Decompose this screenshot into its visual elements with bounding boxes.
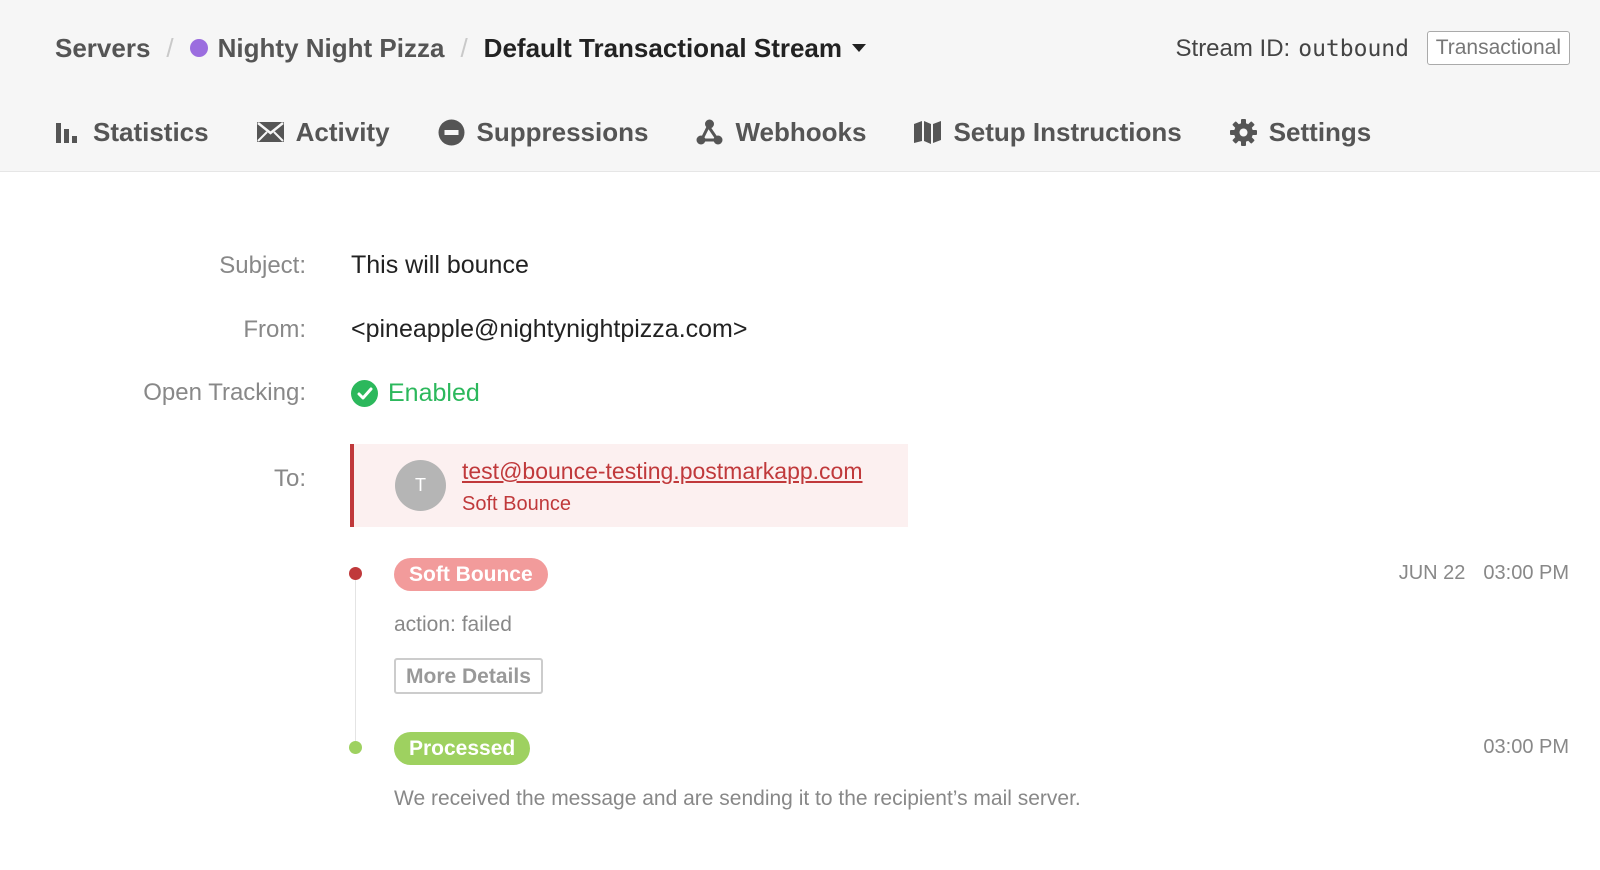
- breadcrumb: Servers / Nighty Night Pizza / Default T…: [55, 28, 867, 68]
- event-badge-soft-bounce: Soft Bounce: [394, 558, 548, 591]
- tab-label: Webhooks: [735, 116, 867, 147]
- timeline-dot: [349, 567, 362, 580]
- tab-label: Statistics: [93, 116, 209, 147]
- tab-label: Setup Instructions: [953, 116, 1182, 147]
- timeline-dot: [349, 741, 362, 754]
- stream-type-badge: Transactional: [1426, 31, 1570, 65]
- event-time: 03:00 PM: [1483, 736, 1569, 758]
- event-date: JUN 22: [1398, 562, 1466, 584]
- from-label: From:: [243, 316, 306, 343]
- minus-circle-icon: [438, 119, 465, 146]
- event-badge-processed: Processed: [394, 732, 531, 765]
- bar-chart-icon: [55, 119, 81, 145]
- stream-id-value: outbound: [1298, 36, 1409, 62]
- tab-label: Settings: [1268, 116, 1372, 147]
- stream-id-label: Stream ID:: [1175, 35, 1291, 62]
- event-timestamp: 03:00 PM: [1465, 736, 1569, 759]
- stream-name: Default Transactional Stream: [483, 32, 843, 63]
- server-color-dot: [189, 39, 208, 57]
- breadcrumb-separator: /: [166, 32, 174, 63]
- event-time: 03:00 PM: [1483, 562, 1569, 584]
- event-detail: We received the message and are sending …: [394, 787, 1081, 810]
- tab-label: Suppressions: [476, 116, 649, 147]
- tab-label: Activity: [295, 116, 390, 147]
- subject-label: Subject:: [219, 252, 306, 279]
- event-detail: action: failed: [394, 613, 512, 636]
- recipient-status: Soft Bounce: [462, 493, 571, 515]
- stream-selector-dropdown[interactable]: Default Transactional Stream: [483, 32, 867, 64]
- from-value: <pineapple@nightynightpizza.com>: [351, 315, 748, 343]
- server-name: Nighty Night Pizza: [217, 32, 445, 63]
- chevron-down-icon: [852, 44, 867, 52]
- tab-settings[interactable]: Settings: [1229, 116, 1372, 148]
- gear-icon: [1229, 118, 1257, 146]
- timeline-line: [355, 573, 356, 748]
- open-tracking-status: Enabled: [351, 379, 480, 408]
- avatar: T: [395, 460, 446, 511]
- stream-id: Stream ID: outbound: [1176, 31, 1409, 67]
- map-icon: [914, 120, 942, 144]
- to-label: To:: [273, 465, 306, 492]
- recipient-card: T test@bounce-testing.postmarkapp.com So…: [350, 444, 908, 527]
- check-circle-icon: [351, 380, 378, 407]
- open-tracking-value: Enabled: [388, 379, 480, 407]
- tab-activity[interactable]: Activity: [256, 116, 390, 148]
- breadcrumb-server-link[interactable]: Nighty Night Pizza: [189, 32, 445, 64]
- tab-statistics[interactable]: Statistics: [55, 117, 209, 148]
- tab-setup-instructions[interactable]: Setup Instructions: [914, 116, 1182, 148]
- breadcrumb-separator: /: [460, 32, 468, 63]
- more-details-button[interactable]: More Details: [394, 658, 543, 694]
- recipient-email-link[interactable]: test@bounce-testing.postmarkapp.com: [462, 458, 863, 485]
- open-tracking-label: Open Tracking:: [143, 379, 306, 406]
- tab-suppressions[interactable]: Suppressions: [438, 116, 649, 148]
- breadcrumb-servers-link[interactable]: Servers: [55, 33, 150, 64]
- tab-webhooks[interactable]: Webhooks: [696, 117, 866, 148]
- webhook-icon: [696, 119, 723, 146]
- event-timestamp: JUN 22 03:00 PM: [1381, 562, 1569, 585]
- page-header: Servers / Nighty Night Pizza / Default T…: [0, 0, 1600, 172]
- envelope-icon: [256, 122, 284, 142]
- subject-value: This will bounce: [351, 251, 529, 279]
- server-nav-tabs: Statistics Activity Suppressions Webhook…: [55, 112, 1419, 152]
